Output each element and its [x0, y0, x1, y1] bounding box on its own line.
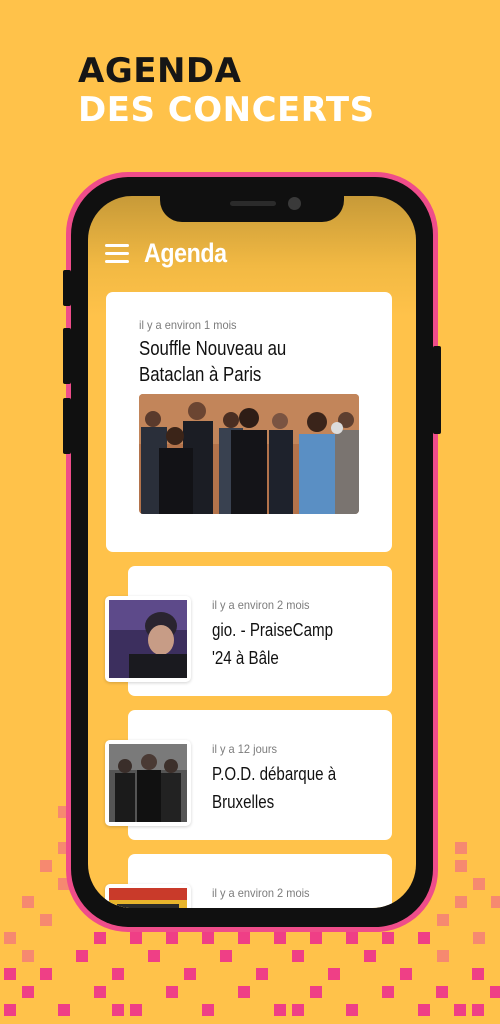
phone-volume-down-button — [63, 398, 71, 454]
headline-line-1: AGENDA — [78, 51, 242, 91]
featured-event-image[interactable] — [139, 394, 359, 514]
event-time-ago: il y a environ 2 mois — [212, 598, 310, 612]
event-thumbnail[interactable] — [105, 596, 191, 682]
event-thumbnail[interactable] — [105, 884, 191, 908]
app-header: Agenda — [88, 238, 416, 278]
phone-speaker — [230, 201, 276, 206]
event-time-ago: il y a 12 jours — [212, 742, 278, 756]
event-title: Souffle Nouveau au Bataclan à Paris — [139, 338, 287, 386]
phone-camera — [288, 197, 301, 210]
featured-event-card[interactable]: il y a environ 1 mois Souffle Nouveau au… — [106, 292, 392, 552]
event-title: P.O.D. débarque à Bruxelles — [212, 764, 337, 812]
hamburger-menu-icon[interactable] — [105, 244, 129, 266]
phone-volume-up-button — [63, 328, 71, 384]
app-screen: Agenda il y a environ 1 mois Souffle Nou… — [88, 196, 416, 908]
event-title: gio. - PraiseCamp '24 à Bâle — [212, 620, 334, 668]
headline: AGENDA DES CONCERTS — [78, 52, 375, 130]
event-thumbnail[interactable] — [105, 740, 191, 826]
phone-power-button — [433, 346, 441, 434]
event-time-ago: il y a environ 2 mois — [212, 886, 310, 900]
phone-notch — [160, 192, 344, 222]
page-title: Agenda — [144, 238, 227, 268]
headline-line-2: DES CONCERTS — [78, 90, 375, 130]
phone-side-button — [63, 270, 71, 306]
event-time-ago: il y a environ 1 mois — [139, 318, 237, 332]
